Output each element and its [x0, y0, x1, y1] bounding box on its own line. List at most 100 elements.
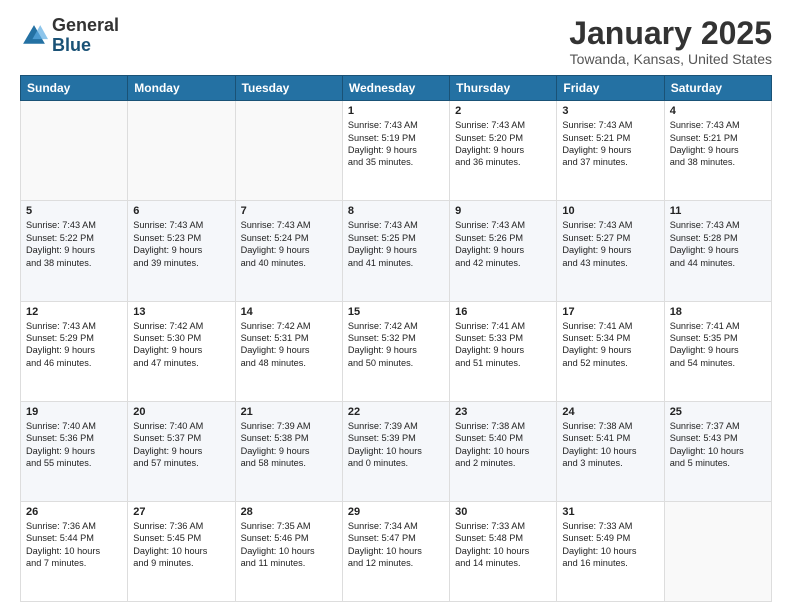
calendar-cell: 1 Sunrise: 7:43 AM Sunset: 5:19 PM Daylig…: [342, 101, 449, 201]
logo-general-text: General: [52, 15, 119, 35]
calendar-cell: 29Sunrise: 7:34 AM Sunset: 5:47 PM Dayli…: [342, 501, 449, 601]
header-row: Sunday Monday Tuesday Wednesday Thursday…: [21, 76, 772, 101]
col-sunday: Sunday: [21, 76, 128, 101]
day-number: 10: [562, 205, 658, 217]
calendar-cell: 10 Sunrise: 7:43 AM Sunset: 5:27 PM Dayli…: [557, 201, 664, 301]
calendar-table: Sunday Monday Tuesday Wednesday Thursday…: [20, 75, 772, 602]
calendar-cell: 3Sunrise: 7:43 AM Sunset: 5:21 PM Daylig…: [557, 101, 664, 201]
calendar-cell: 16 Sunrise: 7:41 AM Sunset: 5:33 PM Dayli…: [450, 301, 557, 401]
day-number: 27: [133, 506, 229, 518]
day-number: 28: [241, 506, 337, 518]
day-info: Sunrise: 7:37 AM Sunset: 5:43 PM Dayligh…: [670, 420, 766, 470]
day-number: 25: [670, 406, 766, 418]
day-number: 21: [241, 406, 337, 418]
calendar-cell: 6Sunrise: 7:43 AM Sunset: 5:23 PM Daylig…: [128, 201, 235, 301]
calendar-cell: [21, 101, 128, 201]
day-number: 30: [455, 506, 551, 518]
day-info: Sunrise: 7:43 AM Sunset: 5:27 PM Dayligh…: [562, 219, 658, 269]
day-number: 13: [133, 306, 229, 318]
day-info: Sunrise: 7:43 AM Sunset: 5:24 PM Dayligh…: [241, 219, 337, 269]
calendar-cell: 30 Sunrise: 7:33 AM Sunset: 5:48 PM Dayli…: [450, 501, 557, 601]
day-number: 31: [562, 506, 658, 518]
col-thursday: Thursday: [450, 76, 557, 101]
day-number: 16: [455, 306, 551, 318]
day-number: 2: [455, 105, 551, 117]
day-number: 24: [562, 406, 658, 418]
calendar-cell: [128, 101, 235, 201]
day-info: Sunrise: 7:35 AM Sunset: 5:46 PM Dayligh…: [241, 520, 337, 570]
calendar-cell: 8Sunrise: 7:43 AM Sunset: 5:25 PM Daylig…: [342, 201, 449, 301]
day-number: 11: [670, 205, 766, 217]
calendar-week-row: 1 Sunrise: 7:43 AM Sunset: 5:19 PM Daylig…: [21, 101, 772, 201]
day-info: Sunrise: 7:43 AM Sunset: 5:21 PM Dayligh…: [670, 119, 766, 169]
calendar-week-row: 19 Sunrise: 7:40 AM Sunset: 5:36 PM Dayli…: [21, 401, 772, 501]
calendar-cell: 25 Sunrise: 7:37 AM Sunset: 5:43 PM Dayli…: [664, 401, 771, 501]
day-number: 18: [670, 306, 766, 318]
day-info: Sunrise: 7:43 AM Sunset: 5:26 PM Dayligh…: [455, 219, 551, 269]
day-number: 5: [26, 205, 122, 217]
col-saturday: Saturday: [664, 76, 771, 101]
day-info: Sunrise: 7:41 AM Sunset: 5:34 PM Dayligh…: [562, 320, 658, 370]
day-number: 26: [26, 506, 122, 518]
day-number: 1: [348, 105, 444, 117]
day-number: 15: [348, 306, 444, 318]
day-info: Sunrise: 7:43 AM Sunset: 5:29 PM Dayligh…: [26, 320, 122, 370]
calendar-cell: [235, 101, 342, 201]
day-info: Sunrise: 7:43 AM Sunset: 5:20 PM Dayligh…: [455, 119, 551, 169]
day-info: Sunrise: 7:38 AM Sunset: 5:41 PM Dayligh…: [562, 420, 658, 470]
day-info: Sunrise: 7:40 AM Sunset: 5:36 PM Dayligh…: [26, 420, 122, 470]
day-number: 17: [562, 306, 658, 318]
calendar-cell: 24 Sunrise: 7:38 AM Sunset: 5:41 PM Dayli…: [557, 401, 664, 501]
logo: General Blue: [20, 16, 119, 56]
day-info: Sunrise: 7:36 AM Sunset: 5:45 PM Dayligh…: [133, 520, 229, 570]
calendar-subtitle: Towanda, Kansas, United States: [569, 51, 772, 67]
title-block: January 2025 Towanda, Kansas, United Sta…: [569, 16, 772, 67]
day-info: Sunrise: 7:33 AM Sunset: 5:48 PM Dayligh…: [455, 520, 551, 570]
calendar-cell: 31 Sunrise: 7:33 AM Sunset: 5:49 PM Dayli…: [557, 501, 664, 601]
calendar-week-row: 5 Sunrise: 7:43 AM Sunset: 5:22 PM Daylig…: [21, 201, 772, 301]
col-wednesday: Wednesday: [342, 76, 449, 101]
calendar-title: January 2025: [569, 16, 772, 51]
day-info: Sunrise: 7:36 AM Sunset: 5:44 PM Dayligh…: [26, 520, 122, 570]
day-info: Sunrise: 7:41 AM Sunset: 5:33 PM Dayligh…: [455, 320, 551, 370]
calendar-week-row: 26 Sunrise: 7:36 AM Sunset: 5:44 PM Dayli…: [21, 501, 772, 601]
day-info: Sunrise: 7:41 AM Sunset: 5:35 PM Dayligh…: [670, 320, 766, 370]
logo-blue-text: Blue: [52, 35, 91, 55]
day-info: Sunrise: 7:42 AM Sunset: 5:31 PM Dayligh…: [241, 320, 337, 370]
day-number: 4: [670, 105, 766, 117]
calendar-cell: 18 Sunrise: 7:41 AM Sunset: 5:35 PM Dayli…: [664, 301, 771, 401]
calendar-cell: 22Sunrise: 7:39 AM Sunset: 5:39 PM Dayli…: [342, 401, 449, 501]
calendar-cell: 23Sunrise: 7:38 AM Sunset: 5:40 PM Dayli…: [450, 401, 557, 501]
day-info: Sunrise: 7:42 AM Sunset: 5:32 PM Dayligh…: [348, 320, 444, 370]
calendar-cell: 19 Sunrise: 7:40 AM Sunset: 5:36 PM Dayli…: [21, 401, 128, 501]
calendar-cell: 14 Sunrise: 7:42 AM Sunset: 5:31 PM Dayli…: [235, 301, 342, 401]
day-number: 22: [348, 406, 444, 418]
day-info: Sunrise: 7:43 AM Sunset: 5:19 PM Dayligh…: [348, 119, 444, 169]
day-info: Sunrise: 7:33 AM Sunset: 5:49 PM Dayligh…: [562, 520, 658, 570]
day-number: 29: [348, 506, 444, 518]
day-info: Sunrise: 7:43 AM Sunset: 5:22 PM Dayligh…: [26, 219, 122, 269]
calendar-cell: [664, 501, 771, 601]
day-info: Sunrise: 7:43 AM Sunset: 5:23 PM Dayligh…: [133, 219, 229, 269]
calendar-cell: 20Sunrise: 7:40 AM Sunset: 5:37 PM Dayli…: [128, 401, 235, 501]
day-number: 19: [26, 406, 122, 418]
calendar-cell: 15 Sunrise: 7:42 AM Sunset: 5:32 PM Dayli…: [342, 301, 449, 401]
day-number: 14: [241, 306, 337, 318]
day-number: 20: [133, 406, 229, 418]
day-info: Sunrise: 7:38 AM Sunset: 5:40 PM Dayligh…: [455, 420, 551, 470]
col-friday: Friday: [557, 76, 664, 101]
calendar-cell: 12 Sunrise: 7:43 AM Sunset: 5:29 PM Dayli…: [21, 301, 128, 401]
day-number: 9: [455, 205, 551, 217]
calendar-cell: 11 Sunrise: 7:43 AM Sunset: 5:28 PM Dayli…: [664, 201, 771, 301]
calendar-cell: 27 Sunrise: 7:36 AM Sunset: 5:45 PM Dayli…: [128, 501, 235, 601]
calendar-cell: 4 Sunrise: 7:43 AM Sunset: 5:21 PM Daylig…: [664, 101, 771, 201]
logo-text: General Blue: [52, 16, 119, 56]
day-info: Sunrise: 7:43 AM Sunset: 5:28 PM Dayligh…: [670, 219, 766, 269]
day-number: 12: [26, 306, 122, 318]
calendar-cell: 28 Sunrise: 7:35 AM Sunset: 5:46 PM Dayli…: [235, 501, 342, 601]
calendar-week-row: 12 Sunrise: 7:43 AM Sunset: 5:29 PM Dayli…: [21, 301, 772, 401]
logo-icon: [20, 22, 48, 50]
day-info: Sunrise: 7:43 AM Sunset: 5:21 PM Dayligh…: [562, 119, 658, 169]
col-tuesday: Tuesday: [235, 76, 342, 101]
calendar-cell: 5 Sunrise: 7:43 AM Sunset: 5:22 PM Daylig…: [21, 201, 128, 301]
